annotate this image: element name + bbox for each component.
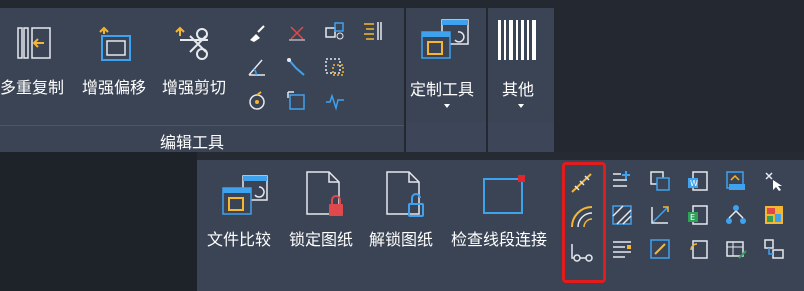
rotate-icon[interactable] [246, 90, 268, 112]
text-align-icon[interactable] [362, 20, 384, 42]
other-button[interactable]: 其他 [502, 76, 534, 100]
canvas-area [0, 152, 197, 291]
cursor-pick-icon[interactable] [763, 170, 785, 192]
image-map-icon[interactable] [763, 204, 785, 226]
unlock-drawing-icon[interactable] [383, 170, 427, 220]
dimension-box-icon[interactable] [286, 90, 308, 112]
enhanced-trim-button[interactable]: 增强剪切 [162, 74, 226, 98]
custom-tool-icon[interactable] [420, 18, 470, 62]
panel-title-bar: 编辑工具 [0, 126, 404, 152]
hatch-icon[interactable] [611, 204, 633, 226]
other-panel: 其他 [488, 8, 554, 152]
text-list-icon[interactable] [611, 238, 633, 260]
other-dropdown-icon[interactable] [518, 104, 524, 108]
lock-drawing-icon[interactable] [303, 170, 347, 220]
angle-measure-icon[interactable] [246, 56, 268, 78]
custom-tools-panel: 定制工具 [406, 8, 486, 152]
selection-window-icon[interactable] [324, 56, 346, 78]
page-rotate-icon[interactable] [687, 238, 709, 260]
brush-icon[interactable] [246, 22, 268, 44]
network-icon[interactable] [725, 204, 747, 226]
check-line-button[interactable]: 检查线段连接 [451, 226, 547, 250]
curve-edit-icon[interactable] [286, 56, 308, 78]
pdf-convert-icon[interactable] [725, 170, 747, 192]
lock-drawing-button[interactable]: 锁定图纸 [289, 226, 353, 250]
enhanced-offset-icon[interactable] [94, 22, 138, 66]
highlight-box [562, 162, 606, 283]
edit-tools-panel: 多重复制 增强偏移 增强剪切 编辑工具 [0, 8, 404, 152]
barcode-icon[interactable] [496, 18, 540, 62]
check-line-icon[interactable] [479, 174, 527, 218]
custom-dropdown-icon[interactable] [444, 104, 450, 108]
shape-copy-icon[interactable] [324, 20, 346, 42]
cross-icon[interactable] [286, 22, 308, 44]
enhanced-trim-icon[interactable] [174, 22, 218, 66]
multi-copy-icon[interactable] [14, 22, 58, 66]
table-edit-icon[interactable] [725, 238, 747, 260]
file-compare-icon[interactable] [219, 174, 269, 224]
svg-text:E: E [690, 213, 695, 222]
copy-layer-icon[interactable] [649, 170, 671, 192]
svg-text:W: W [690, 179, 698, 188]
custom-tools-button[interactable]: 定制工具 [410, 76, 474, 100]
custom-tools-submenu: 文件比较 锁定图纸 解锁图纸 检查线段连接 W E [197, 160, 804, 291]
dimension-align-icon[interactable] [649, 204, 671, 226]
excel-table-icon[interactable]: E [687, 204, 709, 226]
edit-tools-title: 编辑工具 [160, 133, 225, 152]
multi-copy-button[interactable]: 多重复制 [0, 74, 64, 98]
enhanced-offset-button[interactable]: 增强偏移 [82, 74, 146, 98]
block-link-icon[interactable] [763, 238, 785, 260]
file-compare-button[interactable]: 文件比较 [207, 226, 271, 250]
unlock-drawing-button[interactable]: 解锁图纸 [369, 226, 433, 250]
wave-icon[interactable] [324, 90, 346, 112]
word-doc-icon[interactable]: W [687, 170, 709, 192]
pen-edit-icon[interactable] [649, 238, 671, 260]
list-add-icon[interactable] [611, 170, 633, 192]
